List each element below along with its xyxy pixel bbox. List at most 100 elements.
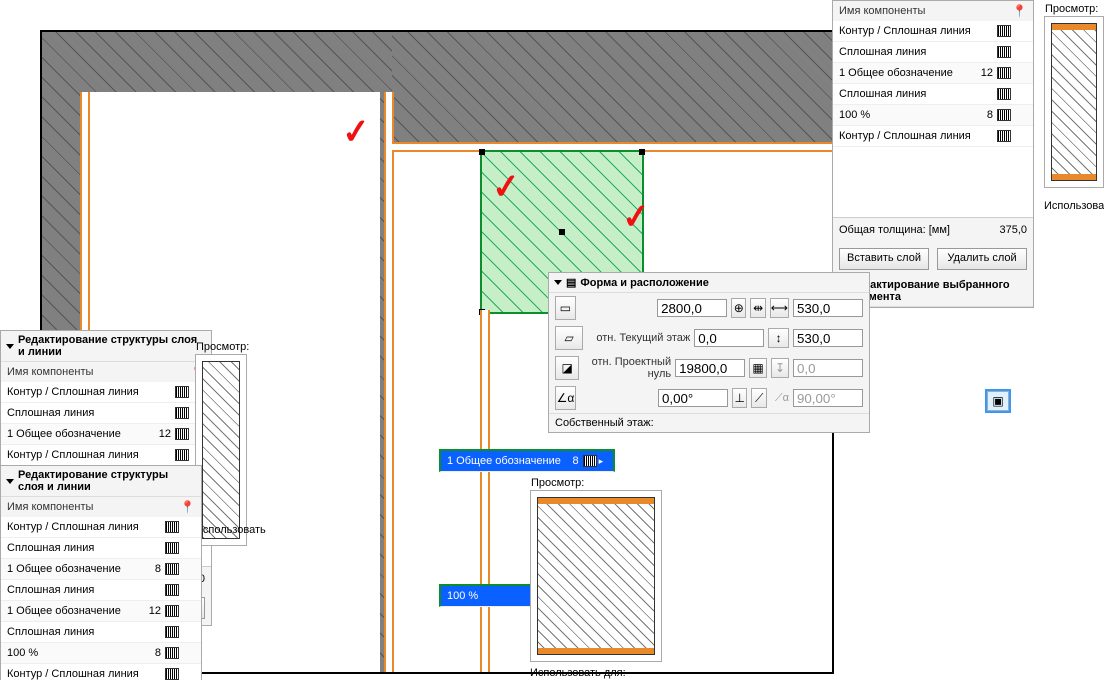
layer-name: Сплошная линия bbox=[7, 542, 139, 554]
layer-pattern[interactable] bbox=[165, 668, 195, 680]
layer-pattern[interactable] bbox=[165, 584, 195, 596]
layer-pattern[interactable] bbox=[997, 67, 1027, 79]
tilt-icon[interactable]: ⟋ bbox=[751, 388, 766, 408]
layer-row[interactable]: 1 Общее обозначение12 bbox=[833, 63, 1033, 84]
layer-row[interactable]: Сплошная линия bbox=[1, 403, 211, 424]
collapse-icon[interactable] bbox=[554, 280, 562, 285]
layer-pattern[interactable] bbox=[997, 88, 1027, 100]
pin-icon[interactable]: 📍 bbox=[1012, 4, 1027, 18]
layer-row[interactable]: 100 %8 bbox=[833, 105, 1033, 126]
offset-input bbox=[793, 359, 863, 377]
layer-row[interactable]: Контур / Сплошная линия bbox=[1, 382, 211, 403]
layer-name: Контур / Сплошная линия bbox=[839, 25, 971, 37]
column-name: Имя компоненты bbox=[839, 5, 925, 17]
layer-name: Сплошная линия bbox=[7, 584, 139, 596]
angle-input[interactable] bbox=[658, 389, 728, 407]
layer-name: Контур / Сплошная линия bbox=[7, 668, 139, 680]
insert-layer-button[interactable]: Вставить слой bbox=[839, 248, 929, 270]
layer-name: 1 Общее обозначение bbox=[447, 455, 561, 467]
layer-pattern[interactable] bbox=[997, 25, 1027, 37]
panel-title: Редактирование структуры слоя и линии bbox=[18, 334, 206, 358]
check-icon: ✓ bbox=[490, 166, 522, 208]
layer-row[interactable]: Контур / Сплошная линия bbox=[1, 517, 201, 538]
layer-name: Контур / Сплошная линия bbox=[7, 386, 149, 398]
layer-value: 8 bbox=[561, 455, 579, 467]
layer-row[interactable]: Сплошная линия bbox=[833, 84, 1033, 105]
layer-row[interactable]: 1 Общее обозначение12 bbox=[1, 601, 201, 622]
layer-pattern[interactable] bbox=[165, 626, 195, 638]
use-label: Использовать bbox=[195, 524, 266, 536]
layer-pattern[interactable] bbox=[165, 542, 195, 554]
layer-pattern[interactable] bbox=[165, 605, 195, 617]
layer-row[interactable]: Контур / Сплошная линия bbox=[1, 445, 211, 466]
layer-panel-mid: Редактирование структуры слоя и линии Им… bbox=[0, 465, 202, 680]
layer-pattern[interactable] bbox=[165, 563, 195, 575]
shape-plane-icon[interactable]: ▱ bbox=[555, 326, 583, 350]
layer-name: Сплошная линия bbox=[7, 407, 149, 419]
use-label: Использовать bbox=[1044, 200, 1104, 212]
layer-row[interactable]: Сплошная линия bbox=[1, 622, 201, 643]
layer-name: Контур / Сплошная линия bbox=[7, 521, 139, 533]
layer-row[interactable]: Сплошная линия bbox=[1, 580, 201, 601]
layer-value: 12 bbox=[149, 428, 171, 440]
layer-name: Сплошная линия bbox=[839, 88, 971, 100]
height-input[interactable] bbox=[694, 329, 764, 347]
pin-icon[interactable]: 📍 bbox=[180, 500, 195, 514]
layer-pattern[interactable] bbox=[165, 521, 195, 533]
layer-name: 1 Общее обозначение bbox=[7, 605, 139, 617]
preview-label: Просмотр: bbox=[531, 477, 584, 489]
preview-label: Просмотр: bbox=[1045, 3, 1098, 15]
dim-width-icon[interactable]: ⟷ bbox=[770, 298, 789, 318]
layer-pattern[interactable] bbox=[997, 130, 1027, 142]
shape-box-icon[interactable]: ▭ bbox=[555, 296, 576, 320]
collapse-icon[interactable] bbox=[6, 479, 14, 484]
layer-row[interactable]: Сплошная линия bbox=[833, 42, 1033, 63]
layer-name: Сплошная линия bbox=[839, 46, 971, 58]
z-input[interactable] bbox=[675, 359, 745, 377]
layer-row[interactable]: 100 %8 bbox=[1, 643, 201, 664]
ref-zero-label: отн. Проектный нуль bbox=[583, 356, 671, 380]
layer-name: Контур / Сплошная линия bbox=[839, 130, 971, 142]
preview-label: Просмотр: bbox=[196, 341, 249, 353]
layer-row[interactable]: Контур / Сплошная линия bbox=[833, 21, 1033, 42]
width-input[interactable] bbox=[657, 299, 727, 317]
layer-name: Контур / Сплошная линия bbox=[7, 449, 149, 461]
layer-row[interactable]: Контур / Сплошная линия bbox=[833, 126, 1033, 147]
collapse-icon[interactable] bbox=[6, 344, 14, 349]
anchor-split-icon[interactable]: ⇹ bbox=[750, 298, 765, 318]
ortho-icon[interactable]: ⊥ bbox=[732, 388, 747, 408]
shape-slab-icon[interactable]: ◪ bbox=[555, 356, 579, 380]
preview-right: Просмотр: bbox=[1044, 16, 1104, 188]
layer-row[interactable]: Сплошная линия bbox=[1, 538, 201, 559]
dim-height-icon[interactable]: ↕ bbox=[768, 328, 789, 348]
layer-value: 8 bbox=[971, 109, 993, 121]
panel-title: Редактирование структуры слоя и линии bbox=[18, 469, 196, 493]
layer-pattern[interactable] bbox=[997, 46, 1027, 58]
layer-pattern[interactable] bbox=[997, 109, 1027, 121]
layer-row[interactable]: Контур / Сплошная линия bbox=[1, 664, 201, 680]
angle2-icon: ⟋α bbox=[775, 392, 789, 405]
angle-icon[interactable]: ∠α bbox=[555, 386, 576, 410]
panel-title: Форма и расположение bbox=[580, 277, 708, 289]
layer-row[interactable]: 1 Общее обозначение8 ▸ bbox=[439, 449, 615, 472]
angle2-input bbox=[793, 389, 863, 407]
layer-name: 100 % bbox=[839, 109, 971, 121]
layer-value: 8 bbox=[139, 647, 161, 659]
layer-name: 1 Общее обозначение bbox=[7, 428, 149, 440]
layer-pattern[interactable] bbox=[165, 647, 195, 659]
layer-row[interactable]: 1 Общее обозначение12 bbox=[1, 424, 211, 445]
column-name: Имя компоненты bbox=[7, 366, 93, 378]
layer-name: 1 Общее обозначение bbox=[839, 67, 971, 79]
ref-floor-label: отн. Текущий этаж bbox=[587, 332, 690, 344]
surface-icon[interactable]: ▦ bbox=[749, 358, 767, 378]
layer-row[interactable]: 1 Общее обозначение8 bbox=[1, 559, 201, 580]
layer-pattern[interactable]: ▸ bbox=[583, 455, 607, 467]
layer-name: Сплошная линия bbox=[7, 626, 139, 638]
preview-left: Просмотр: bbox=[195, 354, 247, 546]
height2-input[interactable] bbox=[793, 329, 863, 347]
delete-layer-button[interactable]: Удалить слой bbox=[937, 248, 1027, 270]
width2-input[interactable] bbox=[793, 299, 863, 317]
layer-value: 12 bbox=[971, 67, 993, 79]
anchor-center-icon[interactable]: ⊕ bbox=[731, 298, 746, 318]
align-center-icon[interactable]: ▣ bbox=[987, 391, 1009, 411]
